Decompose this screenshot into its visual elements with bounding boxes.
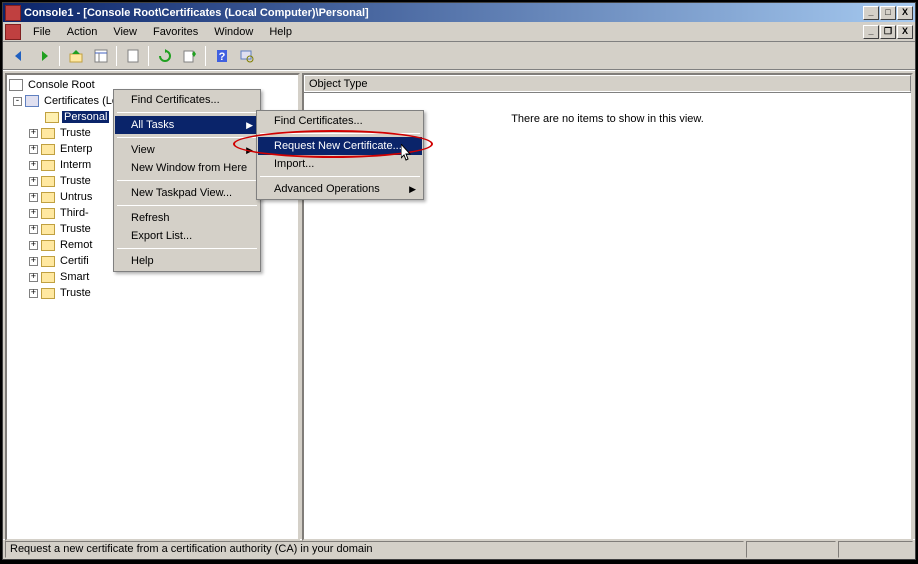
submenu-arrow-icon: ▶ [246,145,253,156]
cm-refresh[interactable]: Refresh [115,209,259,227]
expand-icon[interactable]: + [29,257,38,266]
svg-text:?: ? [218,51,225,63]
context-submenu-all-tasks: Find Certificates... Request New Certifi… [256,110,424,200]
folder-icon [41,128,55,139]
column-object-type[interactable]: Object Type [304,75,911,92]
empty-list-text: There are no items to show in this view. [511,113,704,125]
app-icon [5,5,21,21]
menu-window[interactable]: Window [206,24,261,40]
refresh-button[interactable] [153,45,176,67]
expand-icon[interactable]: + [29,129,38,138]
folder-icon [41,192,55,203]
up-button[interactable] [64,45,87,67]
folder-icon [41,272,55,283]
cm-all-tasks[interactable]: All Tasks ▶ [115,116,259,134]
expand-icon[interactable]: + [29,177,38,186]
expand-icon[interactable]: + [29,209,38,218]
menubar: File Action View Favorites Window Help _… [3,22,915,42]
cm-new-taskpad[interactable]: New Taskpad View... [115,184,259,202]
mdi-minimize-button[interactable]: _ [863,25,879,39]
expand-icon[interactable]: + [29,161,38,170]
folder-open-icon [45,112,59,123]
submenu-arrow-icon: ▶ [409,184,416,195]
cm-help[interactable]: Help [115,252,259,270]
folder-icon [41,288,55,299]
folder-icon [41,176,55,187]
expand-icon[interactable]: + [29,193,38,202]
status-cell-2 [746,541,836,558]
mdi-close-button[interactable]: X [897,25,913,39]
folder-icon [41,256,55,267]
window-title: Console1 - [Console Root\Certificates (L… [24,7,862,19]
find-cert-button[interactable] [235,45,258,67]
toolbar: ? [3,42,915,70]
menu-file[interactable]: File [25,24,59,40]
sm-find-certificates[interactable]: Find Certificates... [258,112,422,130]
collapse-icon[interactable]: - [13,97,22,106]
mdi-restore-button[interactable]: ❐ [880,25,896,39]
folder-icon [41,208,55,219]
sm-advanced-operations[interactable]: Advanced Operations ▶ [258,180,422,198]
menu-view[interactable]: View [105,24,145,40]
sm-request-new-certificate[interactable]: Request New Certificate... [258,137,422,155]
tree-item[interactable]: +Truste [9,285,296,301]
context-menu: Find Certificates... All Tasks ▶ View ▶ … [113,89,261,272]
mmc-window: Console1 - [Console Root\Certificates (L… [2,2,916,560]
expand-icon[interactable]: + [29,289,38,298]
sm-import[interactable]: Import... [258,155,422,173]
expand-icon[interactable]: + [29,273,38,282]
folder-icon [41,224,55,235]
expand-icon[interactable]: + [29,241,38,250]
mdi-icon [5,24,21,40]
export-button[interactable] [178,45,201,67]
cm-export-list[interactable]: Export List... [115,227,259,245]
maximize-button[interactable]: □ [880,6,896,20]
statusbar: Request a new certificate from a certifi… [3,539,915,559]
status-text: Request a new certificate from a certifi… [5,541,744,558]
help-button[interactable]: ? [210,45,233,67]
cm-new-window[interactable]: New Window from Here [115,159,259,177]
folder-icon [41,144,55,155]
properties-button[interactable] [121,45,144,67]
certificates-icon [25,95,39,107]
console-root-icon [9,79,23,91]
cm-find-certificates[interactable]: Find Certificates... [115,91,259,109]
titlebar[interactable]: Console1 - [Console Root\Certificates (L… [3,3,915,22]
expand-icon[interactable]: + [29,225,38,234]
tree-personal-label: Personal [62,111,109,123]
menu-help[interactable]: Help [261,24,300,40]
menu-favorites[interactable]: Favorites [145,24,206,40]
menu-action[interactable]: Action [59,24,106,40]
folder-icon [41,160,55,171]
status-cell-3 [838,541,913,558]
forward-button[interactable] [32,45,55,67]
close-button[interactable]: X [897,6,913,20]
cm-view[interactable]: View ▶ [115,141,259,159]
minimize-button[interactable]: _ [863,6,879,20]
list-header: Object Type [304,75,911,93]
expand-icon[interactable]: + [29,145,38,154]
back-button[interactable] [7,45,30,67]
content-area: Console Root - Certificates (Local Compu… [3,70,915,539]
folder-icon [41,240,55,251]
show-hide-button[interactable] [89,45,112,67]
submenu-arrow-icon: ▶ [246,120,253,131]
